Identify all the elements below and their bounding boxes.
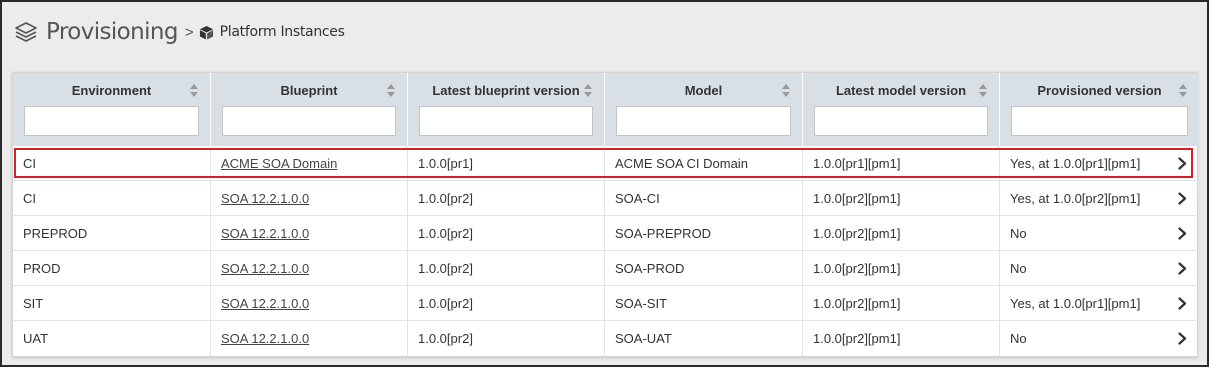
cube-icon xyxy=(199,25,213,40)
cell-blueprint: SOA 12.2.1.0.0 xyxy=(211,321,408,356)
cell-blueprint: ACME SOA Domain xyxy=(211,146,408,181)
column-header-blueprint[interactable]: Blueprint xyxy=(211,73,408,146)
cell-environment: PREPROD xyxy=(13,216,211,251)
chevron-right-icon[interactable] xyxy=(1178,192,1187,205)
cell-latest-blueprint-version: 1.0.0[pr2] xyxy=(408,286,605,321)
column-header-label[interactable]: Model xyxy=(605,83,802,98)
cell-blueprint: SOA 12.2.1.0.0 xyxy=(211,251,408,286)
cell-provisioned-version: Yes, at 1.0.0[pr1][pm1] xyxy=(1000,146,1199,181)
blueprint-link[interactable]: SOA 12.2.1.0.0 xyxy=(221,191,309,206)
cell-environment: CI xyxy=(13,181,211,216)
cell-environment: SIT xyxy=(13,286,211,321)
breadcrumb: Provisioning > Platform Instances xyxy=(14,16,345,48)
cell-latest-blueprint-version: 1.0.0[pr2] xyxy=(408,216,605,251)
chevron-right-icon[interactable] xyxy=(1178,297,1187,310)
table-row[interactable]: PROD SOA 12.2.1.0.0 1.0.0[pr2] SOA-PROD 1.0.… xyxy=(13,251,1199,286)
blueprint-link[interactable]: SOA 12.2.1.0.0 xyxy=(221,226,309,241)
column-header-label[interactable]: Environment xyxy=(13,83,210,98)
cell-environment: PROD xyxy=(13,251,211,286)
cell-provisioned-version: Yes, at 1.0.0[pr2][pm1] xyxy=(1000,181,1199,216)
cell-model: SOA-PROD xyxy=(605,251,803,286)
table-row[interactable]: CI SOA 12.2.1.0.0 1.0.0[pr2] SOA-CI 1.0.0[pr… xyxy=(13,181,1199,216)
platform-instances-table: Environment Blueprint Latest blueprint ver… xyxy=(12,72,1199,357)
cell-blueprint: SOA 12.2.1.0.0 xyxy=(211,216,408,251)
cell-provisioned-version: Yes, at 1.0.0[pr1][pm1] xyxy=(1000,286,1199,321)
column-filter-input[interactable] xyxy=(222,106,396,136)
layers-icon xyxy=(15,22,37,42)
cell-provisioned-version: No xyxy=(1000,321,1199,356)
cell-model: SOA-PREPROD xyxy=(605,216,803,251)
column-header-label[interactable]: Blueprint xyxy=(211,83,407,98)
cell-environment: UAT xyxy=(13,321,211,356)
column-filter-input[interactable] xyxy=(419,106,593,136)
sort-icon[interactable] xyxy=(190,84,198,97)
blueprint-link[interactable]: SOA 12.2.1.0.0 xyxy=(221,296,309,311)
table-row[interactable]: CI ACME SOA Domain 1.0.0[pr1] ACME SOA CI D… xyxy=(13,146,1199,181)
column-header-model[interactable]: Model xyxy=(605,73,803,146)
cell-model: SOA-UAT xyxy=(605,321,803,356)
sort-icon[interactable] xyxy=(782,84,790,97)
cell-blueprint: SOA 12.2.1.0.0 xyxy=(211,181,408,216)
cell-latest-model-version: 1.0.0[pr2][pm1] xyxy=(803,251,1000,286)
app-frame: Provisioning > Platform Instances Enviro… xyxy=(0,0,1209,367)
blueprint-link[interactable]: SOA 12.2.1.0.0 xyxy=(221,261,309,276)
column-filter-input[interactable] xyxy=(24,106,199,136)
breadcrumb-separator: > xyxy=(184,23,194,41)
chevron-right-icon[interactable] xyxy=(1178,262,1187,275)
cell-latest-model-version: 1.0.0[pr2][pm1] xyxy=(803,286,1000,321)
cell-provisioned-version: No xyxy=(1000,216,1199,251)
table-row[interactable]: UAT SOA 12.2.1.0.0 1.0.0[pr2] SOA-UAT 1.0.0[… xyxy=(13,321,1199,356)
cell-latest-blueprint-version: 1.0.0[pr2] xyxy=(408,251,605,286)
cell-latest-model-version: 1.0.0[pr2][pm1] xyxy=(803,216,1000,251)
cell-latest-blueprint-version: 1.0.0[pr1] xyxy=(408,146,605,181)
cell-latest-blueprint-version: 1.0.0[pr2] xyxy=(408,181,605,216)
sort-icon[interactable] xyxy=(584,84,592,97)
cell-environment: CI xyxy=(13,146,211,181)
column-header-environment[interactable]: Environment xyxy=(13,73,211,146)
cell-model: SOA-CI xyxy=(605,181,803,216)
sort-icon[interactable] xyxy=(1179,84,1187,97)
breadcrumb-current: Platform Instances xyxy=(219,24,345,40)
table-row[interactable]: SIT SOA 12.2.1.0.0 1.0.0[pr2] SOA-SIT 1.0.0[… xyxy=(13,286,1199,321)
column-header-label[interactable]: Provisioned version xyxy=(1000,83,1199,98)
column-filter-input[interactable] xyxy=(814,106,988,136)
breadcrumb-title[interactable]: Provisioning xyxy=(46,19,178,45)
column-header-latest-model-version[interactable]: Latest model version xyxy=(803,73,1000,146)
cell-provisioned-version: No xyxy=(1000,251,1199,286)
chevron-right-icon[interactable] xyxy=(1178,332,1187,345)
column-header-latest-blueprint-version[interactable]: Latest blueprint version xyxy=(408,73,605,146)
column-header-provisioned-version[interactable]: Provisioned version xyxy=(1000,73,1199,146)
cell-model: ACME SOA CI Domain xyxy=(605,146,803,181)
column-filter-input[interactable] xyxy=(1011,106,1188,136)
cell-latest-model-version: 1.0.0[pr2][pm1] xyxy=(803,321,1000,356)
cell-model: SOA-SIT xyxy=(605,286,803,321)
blueprint-link[interactable]: SOA 12.2.1.0.0 xyxy=(221,331,309,346)
sort-icon[interactable] xyxy=(387,84,395,97)
cell-blueprint: SOA 12.2.1.0.0 xyxy=(211,286,408,321)
chevron-right-icon[interactable] xyxy=(1178,157,1187,170)
blueprint-link[interactable]: ACME SOA Domain xyxy=(221,156,337,171)
chevron-right-icon[interactable] xyxy=(1178,227,1187,240)
table-header: Environment Blueprint Latest blueprint ver… xyxy=(13,73,1199,146)
sort-icon[interactable] xyxy=(979,84,987,97)
cell-latest-model-version: 1.0.0[pr2][pm1] xyxy=(803,181,1000,216)
table-row[interactable]: PREPROD SOA 12.2.1.0.0 1.0.0[pr2] SOA-PREPR… xyxy=(13,216,1199,251)
cell-latest-blueprint-version: 1.0.0[pr2] xyxy=(408,321,605,356)
column-filter-input[interactable] xyxy=(616,106,791,136)
column-header-label[interactable]: Latest blueprint version xyxy=(408,83,604,98)
cell-latest-model-version: 1.0.0[pr1][pm1] xyxy=(803,146,1000,181)
table-body: CI ACME SOA Domain 1.0.0[pr1] ACME SOA CI D… xyxy=(13,146,1199,356)
column-header-label[interactable]: Latest model version xyxy=(803,83,999,98)
